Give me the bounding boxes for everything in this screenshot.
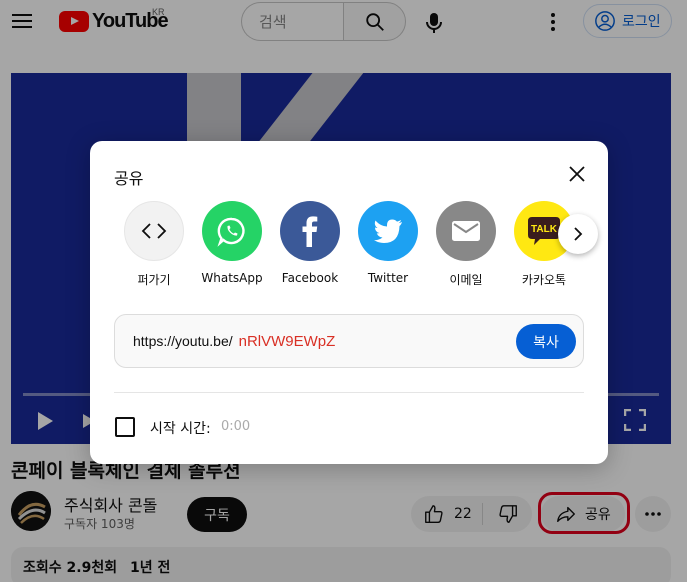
start-time-checkbox[interactable] xyxy=(115,417,135,437)
share-url-box: https://youtu.be/nRlVW9EWpZ 복사 xyxy=(114,314,584,368)
chevron-right-icon xyxy=(574,227,583,241)
share-target-email[interactable]: 이메일 xyxy=(430,201,502,288)
share-target-label: 퍼가기 xyxy=(137,273,171,287)
share-target-whatsapp[interactable]: WhatsApp xyxy=(196,201,268,285)
share-url[interactable]: https://youtu.be/nRlVW9EWpZ xyxy=(133,333,335,350)
next-targets-button[interactable] xyxy=(558,214,598,254)
share-url-base: https://youtu.be/ xyxy=(133,333,233,349)
email-icon xyxy=(436,201,496,261)
share-target-label: 이메일 xyxy=(449,273,483,287)
share-target-twitter[interactable]: Twitter xyxy=(352,201,424,285)
share-target-label: Twitter xyxy=(367,271,409,285)
share-target-label: Facebook xyxy=(281,271,339,285)
facebook-icon xyxy=(280,201,340,261)
share-target-embed[interactable]: 퍼가기 xyxy=(118,201,190,288)
share-target-label: 카카오톡 xyxy=(521,273,567,287)
svg-text:TALK: TALK xyxy=(531,224,558,235)
divider xyxy=(114,392,584,393)
share-dialog: 공유 퍼가기 WhatsApp Facebook Twitter 이메일 TAL… xyxy=(90,141,608,464)
share-target-label: WhatsApp xyxy=(201,271,263,285)
share-url-id: nRlVW9EWpZ xyxy=(238,333,336,350)
start-time-label: 시작 시간: xyxy=(150,421,211,437)
share-target-facebook[interactable]: Facebook xyxy=(274,201,346,285)
share-targets-carousel: 퍼가기 WhatsApp Facebook Twitter 이메일 TALK 카… xyxy=(118,201,578,291)
embed-icon xyxy=(124,201,184,261)
dialog-title: 공유 xyxy=(114,169,144,188)
whatsapp-icon xyxy=(202,201,262,261)
start-time-value: 0:00 xyxy=(221,419,251,434)
close-icon[interactable] xyxy=(564,161,590,187)
twitter-icon xyxy=(358,201,418,261)
copy-button[interactable]: 복사 xyxy=(516,324,576,359)
